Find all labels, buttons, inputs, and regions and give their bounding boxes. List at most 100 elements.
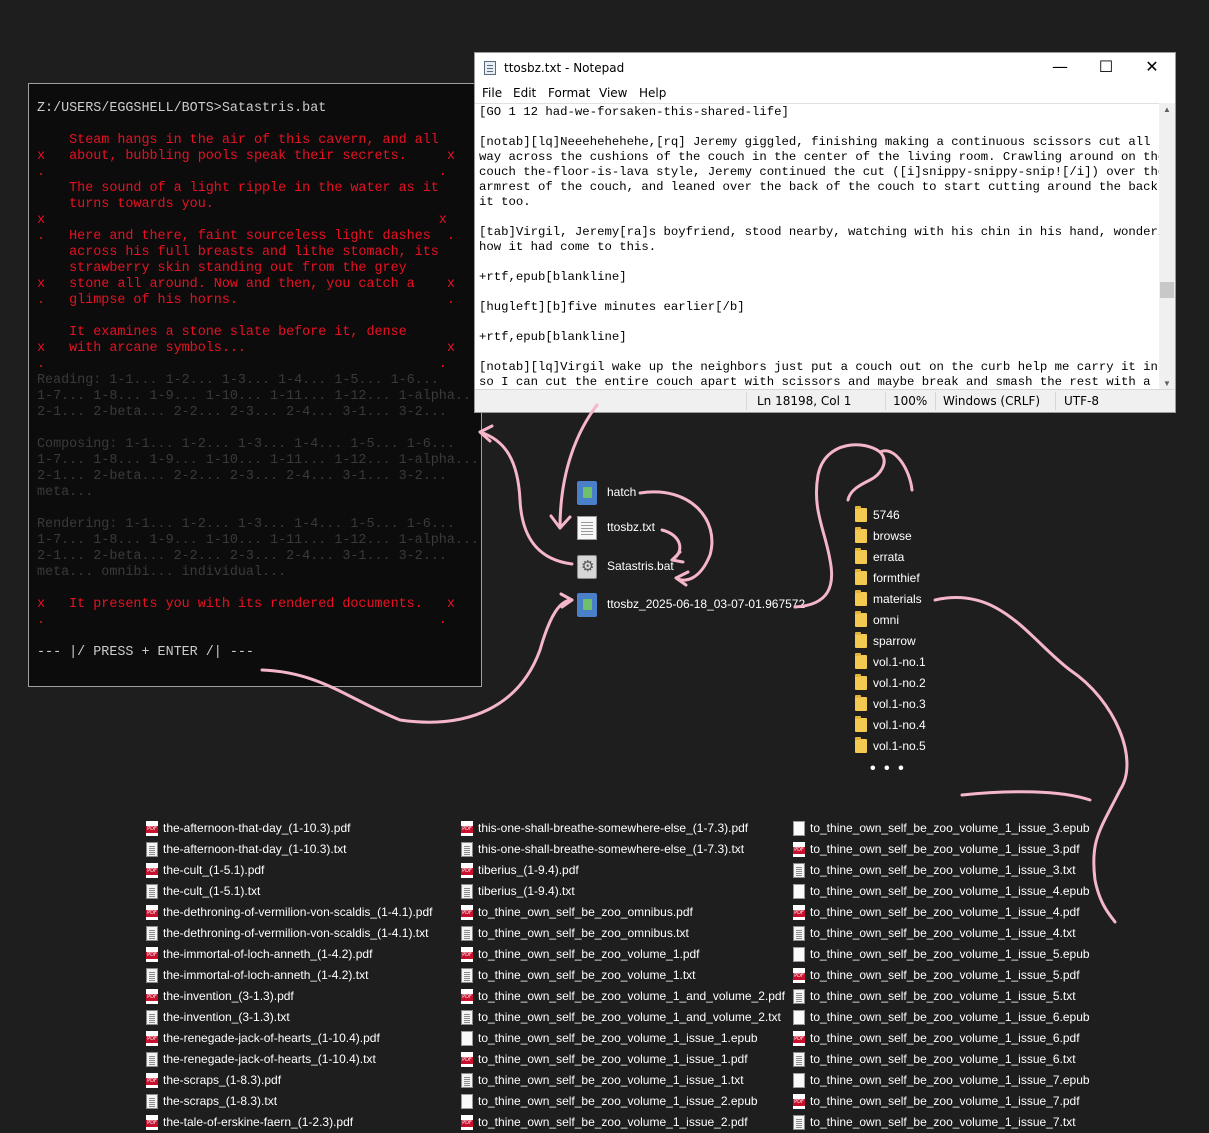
- file-name: to_thine_own_self_be_zoo_volume_1_issue_…: [810, 989, 1076, 1003]
- file-name: the-immortal-of-loch-anneth_(1-4.2).pdf: [163, 947, 373, 961]
- epub-icon: [793, 1073, 805, 1088]
- notepad-text-line: how it had come to this.: [479, 240, 657, 254]
- file-name: to_thine_own_self_be_zoo_volume_1_issue_…: [478, 1031, 758, 1045]
- folder-label: vol.1-no.3: [873, 697, 926, 711]
- file-name: to_thine_own_self_be_zoo_volume_1_issue_…: [810, 1073, 1090, 1087]
- menu-view[interactable]: View: [599, 86, 627, 100]
- maximize-button[interactable]: ☐: [1083, 53, 1129, 83]
- file-name: to_thine_own_self_be_zoo_omnibus.txt: [478, 926, 689, 940]
- status-divider: [885, 392, 886, 410]
- file-name: to_thine_own_self_be_zoo_volume_1_issue_…: [478, 1115, 748, 1129]
- console-line: meta... omnibi... individual...: [37, 565, 287, 580]
- folder-label: sparrow: [873, 634, 916, 648]
- minimize-button[interactable]: —: [1037, 53, 1083, 83]
- file-name: to_thine_own_self_be_zoo_volume_1_issue_…: [810, 947, 1090, 961]
- status-divider: [1055, 392, 1056, 410]
- notepad-text-line: +rtf,epub[blankline]: [479, 330, 627, 344]
- console-line: 2-1... 2-beta... 2-2... 2-3... 2-4... 3-…: [37, 549, 447, 564]
- pdf-icon: [461, 1052, 473, 1067]
- arrow-exe-to-folders: [793, 443, 886, 609]
- txt-icon: [793, 1052, 805, 1067]
- pdf-icon: [461, 947, 473, 962]
- txt-icon: [461, 926, 473, 941]
- folder-label: vol.1-no.4: [873, 718, 926, 732]
- file-name: this-one-shall-breathe-somewhere-else_(1…: [478, 821, 749, 835]
- folder-icon: [855, 737, 867, 753]
- file-name: to_thine_own_self_be_zoo_omnibus.pdf: [478, 905, 693, 919]
- console-window[interactable]: Z:/USERS/EGGSHELL/BOTS>Satastris.bat Ste…: [28, 83, 482, 687]
- epub-icon: [461, 1031, 473, 1046]
- pdf-icon: [793, 1094, 805, 1109]
- notepad-window[interactable]: ttosbz.txt - Notepad — ☐ ✕ File Edit For…: [474, 52, 1176, 413]
- folder-label: vol.1-no.5: [873, 739, 926, 753]
- close-button[interactable]: ✕: [1129, 53, 1175, 83]
- file-name: tiberius_(1-9.4).pdf: [478, 863, 579, 877]
- txt-icon: [146, 884, 158, 899]
- arrowhead: [559, 592, 574, 609]
- pdf-icon: [793, 1031, 805, 1046]
- menu-file[interactable]: File: [482, 86, 502, 100]
- console-line: Composing: 1-1... 1-2... 1-3... 1-4... 1…: [37, 437, 455, 452]
- file-name: this-one-shall-breathe-somewhere-else_(1…: [478, 842, 745, 856]
- folder-label: omni: [873, 613, 900, 627]
- menu-edit[interactable]: Edit: [513, 86, 536, 100]
- file-name: to_thine_own_self_be_zoo_volume_1_issue_…: [810, 1031, 1080, 1045]
- console-line: Steam hangs in the air of this cavern, a…: [37, 133, 439, 148]
- vertical-scrollbar[interactable]: ▲ ▼: [1159, 103, 1175, 390]
- txt-icon: [461, 1010, 473, 1025]
- file-name: the-tale-of-erskine-faern_(1-2.3).pdf: [163, 1115, 354, 1129]
- console-line: . .: [37, 357, 447, 372]
- console-line: x stone all around. Now and then, you ca…: [37, 277, 455, 292]
- folder-icon: [855, 695, 867, 711]
- scroll-down-arrow-icon[interactable]: ▼: [1159, 379, 1175, 388]
- folder-label: browse: [873, 529, 912, 543]
- file-name: to_thine_own_self_be_zoo_volume_1_issue_…: [478, 1052, 748, 1066]
- notepad-text-line: couch the-floor-is-lava style, Jeremy co…: [479, 165, 1161, 179]
- scroll-up-arrow-icon[interactable]: ▲: [1159, 105, 1175, 114]
- file-name: to_thine_own_self_be_zoo_volume_1_and_vo…: [478, 989, 785, 1003]
- pdf-icon: [461, 989, 473, 1004]
- scrollbar-thumb[interactable]: [1160, 282, 1174, 298]
- arrowhead: [549, 514, 572, 530]
- file-name: to_thine_own_self_be_zoo_volume_1.pdf: [478, 947, 700, 961]
- arrow-bat-to-console: [478, 430, 574, 566]
- file-name: to_thine_own_self_be_zoo_volume_1_issue_…: [810, 884, 1090, 898]
- pdf-icon: [146, 989, 158, 1004]
- console-line: 1-7... 1-8... 1-9... 1-10... 1-11... 1-1…: [37, 533, 479, 548]
- notepad-text-area[interactable]: [GO 1 12 had-we-forsaken-this-shared-lif…: [475, 103, 1161, 391]
- file-name: to_thine_own_self_be_zoo_volume_1_issue_…: [810, 926, 1076, 940]
- console-line: strawberry skin standing out from the gr…: [37, 261, 407, 276]
- folder-icon: [855, 632, 867, 648]
- menu-format[interactable]: Format: [548, 86, 590, 100]
- console-line: . .: [37, 165, 447, 180]
- txt-icon: [146, 1052, 158, 1067]
- file-name: to_thine_own_self_be_zoo_volume_1_issue_…: [810, 842, 1080, 856]
- notepad-text-line: +rtf,epub[blankline]: [479, 270, 627, 284]
- epub-icon: [461, 1094, 473, 1109]
- file-name: to_thine_own_self_be_zoo_volume_1_issue_…: [810, 1115, 1076, 1129]
- notepad-text-line: it too.: [479, 195, 531, 209]
- pdf-icon: [793, 842, 805, 857]
- txt-icon: [461, 884, 473, 899]
- file-name: to_thine_own_self_be_zoo_volume_1_issue_…: [810, 863, 1076, 877]
- notepad-text-line: [hugleft][b]five minutes earlier[/b]: [479, 300, 745, 314]
- bat-icon: [577, 555, 597, 579]
- menu-help[interactable]: Help: [639, 86, 666, 100]
- notepad-text-line: [GO 1 12 had-we-forsaken-this-shared-lif…: [479, 105, 789, 119]
- status-line-ending: Windows (CRLF): [943, 394, 1041, 408]
- file-name: to_thine_own_self_be_zoo_volume_1_issue_…: [810, 1094, 1080, 1108]
- epub-icon: [793, 947, 805, 962]
- status-zoom: 100%: [893, 394, 928, 408]
- txt-icon: [461, 1073, 473, 1088]
- file-name: the-invention_(3-1.3).pdf: [163, 989, 294, 1003]
- console-line: 2-1... 2-beta... 2-2... 2-3... 2-4... 3-…: [37, 405, 447, 420]
- console-line: x with arcane symbols... x: [37, 341, 455, 356]
- pdf-icon: [146, 1073, 158, 1088]
- txt-icon: [793, 863, 805, 878]
- console-line: 1-7... 1-8... 1-9... 1-10... 1-11... 1-1…: [37, 453, 479, 468]
- folder-icon: [855, 716, 867, 732]
- annotation-curl: [878, 449, 914, 492]
- notepad-titlebar[interactable]: ttosbz.txt - Notepad — ☐ ✕: [475, 53, 1175, 83]
- file-label: hatch: [607, 485, 637, 499]
- notepad-text-line: [tab]Virgil, Jeremy[ra]s boyfriend, stoo…: [479, 225, 1161, 239]
